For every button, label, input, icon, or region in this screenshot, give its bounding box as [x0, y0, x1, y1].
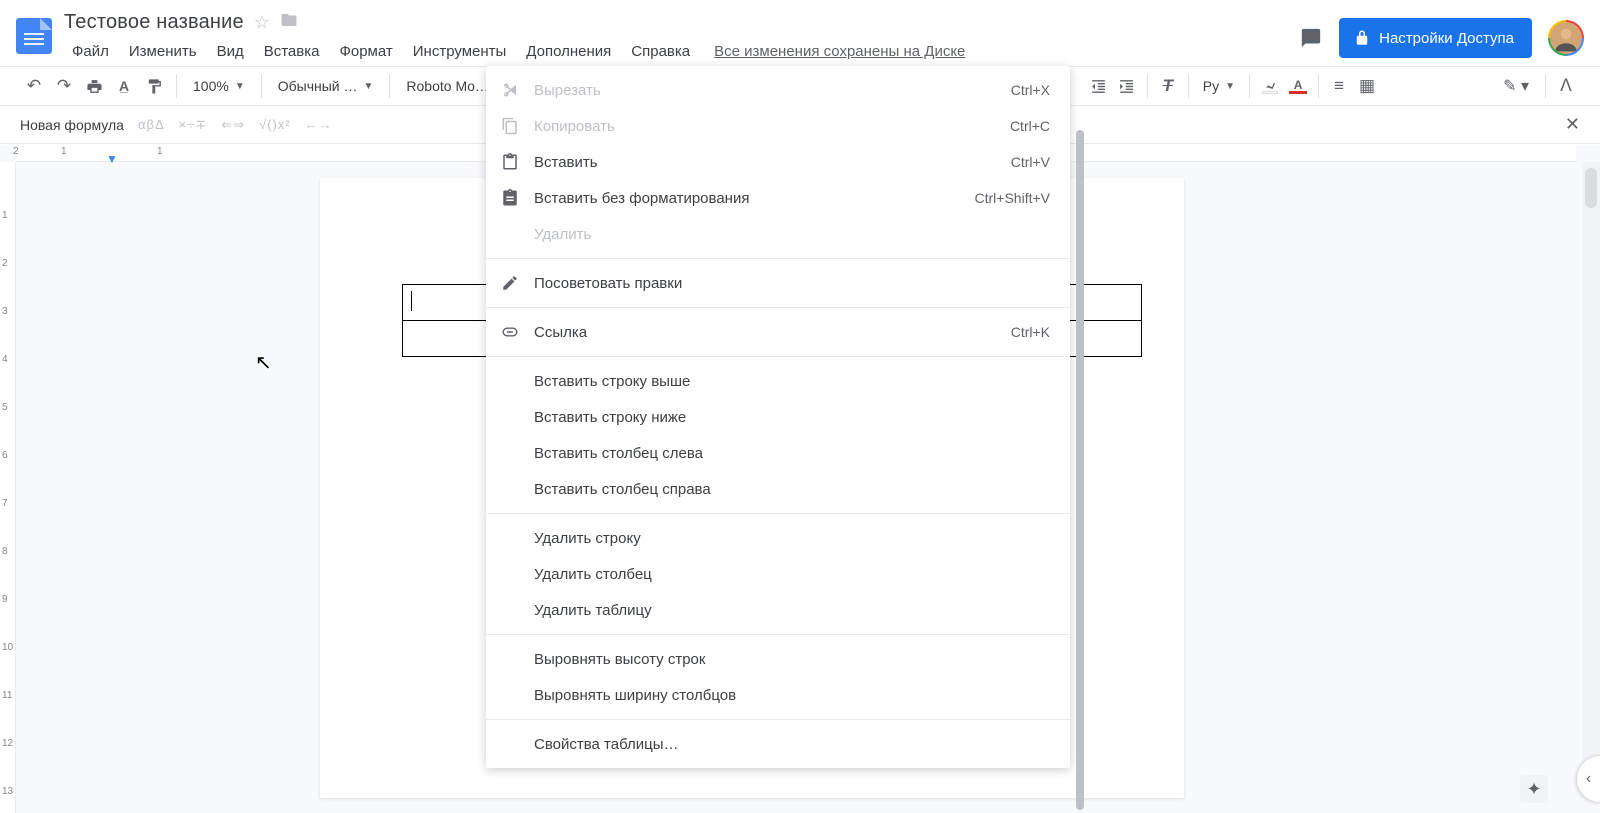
highlight-color-button[interactable] [1256, 72, 1284, 100]
menu-bar: Файл Изменить Вид Вставка Формат Инструм… [64, 36, 1299, 66]
comments-icon[interactable] [1299, 26, 1323, 50]
star-icon[interactable]: ☆ [254, 12, 270, 33]
ctx-item-label: Вставить строку выше [534, 373, 1050, 390]
ctx-item[interactable]: Вставить столбец справа [486, 471, 1070, 507]
ctx-item[interactable]: Вставить Ctrl+V [486, 144, 1070, 180]
ctx-item[interactable]: Вставить строку выше [486, 363, 1070, 399]
share-button[interactable]: Настройки Доступа [1339, 18, 1532, 58]
ctx-item[interactable]: Выровнять высоту строк [486, 641, 1070, 677]
ctx-item[interactable]: Вставить без форматирования Ctrl+Shift+V [486, 180, 1070, 216]
ctx-item-label: Удалить таблицу [534, 602, 1050, 619]
ctx-item-shortcut: Ctrl+C [1010, 118, 1050, 134]
paint-format-button[interactable] [140, 72, 168, 100]
menu-format[interactable]: Формат [331, 39, 400, 64]
cursor-icon: ↖ [255, 350, 272, 375]
paste-icon [500, 152, 520, 172]
undo-button[interactable]: ↶ [20, 72, 48, 100]
print-button[interactable] [80, 72, 108, 100]
ctx-item-shortcut: Ctrl+V [1011, 154, 1050, 170]
ctx-item-label: Копировать [534, 118, 996, 135]
border-style-button[interactable]: ≡ [1325, 72, 1353, 100]
styles-select[interactable]: Обычный …▼ [270, 72, 382, 100]
menu-help[interactable]: Справка [623, 39, 698, 64]
eq-arrows2[interactable]: ←→ [305, 117, 333, 132]
ctx-item-label: Удалить столбец [534, 566, 1050, 583]
ctx-item-label: Ссылка [534, 324, 997, 341]
zoom-select[interactable]: 100%▼ [185, 72, 253, 100]
ctx-item-label: Вставить [534, 154, 997, 171]
spellcheck-button[interactable]: A̲ [110, 72, 138, 100]
context-menu: Вырезать Ctrl+X Копировать Ctrl+C Вставить Ct… [486, 66, 1070, 768]
suggest-icon [500, 273, 520, 293]
ctx-item[interactable]: Вставить столбец слева [486, 435, 1070, 471]
ctx-item-label: Удалить [534, 226, 1050, 243]
lock-icon [1353, 29, 1371, 47]
vertical-ruler[interactable]: 12345678910111213 [0, 162, 16, 813]
ctx-item[interactable]: Вставить строку ниже [486, 399, 1070, 435]
eq-greek[interactable]: αβΔ [138, 117, 165, 132]
app-header: Тестовое название ☆ Файл Изменить Вид Вс… [0, 0, 1600, 66]
ctx-item-label: Выровнять ширину столбцов [534, 687, 1050, 704]
ctx-item[interactable]: Выровнять ширину столбцов [486, 677, 1070, 713]
text-color-button[interactable]: A [1284, 72, 1312, 100]
equation-label[interactable]: Новая формула [20, 117, 124, 133]
ctx-item-shortcut: Ctrl+X [1011, 82, 1050, 98]
eq-arrows[interactable]: ⇐⇒ [221, 117, 245, 133]
ctx-item-label: Вставить столбец справа [534, 481, 1050, 498]
scrollbar[interactable] [1582, 162, 1600, 797]
ctx-item-shortcut: Ctrl+Shift+V [975, 190, 1050, 206]
account-avatar[interactable] [1548, 20, 1584, 56]
menu-tools[interactable]: Инструменты [405, 39, 515, 64]
menu-insert[interactable]: Вставка [256, 39, 328, 64]
indent-increase-button[interactable] [1113, 72, 1141, 100]
menu-file[interactable]: Файл [64, 39, 117, 64]
copy-icon [500, 116, 520, 136]
border-dash-button[interactable]: ▦ [1353, 72, 1381, 100]
ctx-item[interactable]: Посоветовать правки [486, 265, 1070, 301]
ctx-item-shortcut: Ctrl+K [1011, 324, 1050, 340]
ctx-item[interactable]: Удалить строку [486, 520, 1070, 556]
ctx-item-label: Свойства таблицы… [534, 736, 1050, 753]
paste-plain-icon [500, 188, 520, 208]
save-status[interactable]: Все изменения сохранены на Диске [714, 43, 965, 60]
ctx-item: Удалить [486, 216, 1070, 252]
menu-edit[interactable]: Изменить [121, 39, 205, 64]
cut-icon [500, 80, 520, 100]
ctx-item-label: Вставить без форматирования [534, 190, 961, 207]
ctx-item: Копировать Ctrl+C [486, 108, 1070, 144]
ctx-item[interactable]: Свойства таблицы… [486, 726, 1070, 762]
doc-title[interactable]: Тестовое название [64, 11, 244, 34]
ctx-item-label: Выровнять высоту строк [534, 651, 1050, 668]
clear-format-button[interactable]: T [1154, 72, 1182, 100]
indent-decrease-button[interactable] [1085, 72, 1113, 100]
ctx-item-label: Посоветовать правки [534, 275, 1050, 292]
ctx-item-label: Удалить строку [534, 530, 1050, 547]
ctx-item[interactable]: Ссылка Ctrl+K [486, 314, 1070, 350]
redo-button[interactable]: ↷ [50, 72, 78, 100]
ctx-item-label: Вырезать [534, 82, 997, 99]
docs-logo[interactable] [12, 14, 56, 58]
explore-button[interactable]: ✦ [1520, 775, 1548, 803]
folder-icon[interactable] [280, 11, 298, 34]
eq-radical[interactable]: √()x² [259, 117, 291, 132]
eq-operators[interactable]: ×÷∓ [179, 117, 208, 133]
ctx-item[interactable]: Удалить таблицу [486, 592, 1070, 628]
ctx-item-label: Вставить столбец слева [534, 445, 1050, 462]
ctx-item[interactable]: Удалить столбец [486, 556, 1070, 592]
ctx-item-label: Вставить строку ниже [534, 409, 1050, 426]
menu-view[interactable]: Вид [209, 39, 252, 64]
share-label: Настройки Доступа [1379, 30, 1514, 47]
context-menu-scrollbar[interactable] [1076, 130, 1084, 810]
menu-addons[interactable]: Дополнения [518, 39, 619, 64]
input-tools-select[interactable]: Ру▼ [1195, 72, 1243, 100]
close-equation-bar-button[interactable]: ✕ [1565, 114, 1580, 135]
collapse-toolbar-button[interactable]: ᐱ [1552, 72, 1580, 100]
editing-mode-select[interactable]: ✎ ▾ [1493, 72, 1539, 100]
link-icon [500, 322, 520, 342]
ctx-item: Вырезать Ctrl+X [486, 72, 1070, 108]
